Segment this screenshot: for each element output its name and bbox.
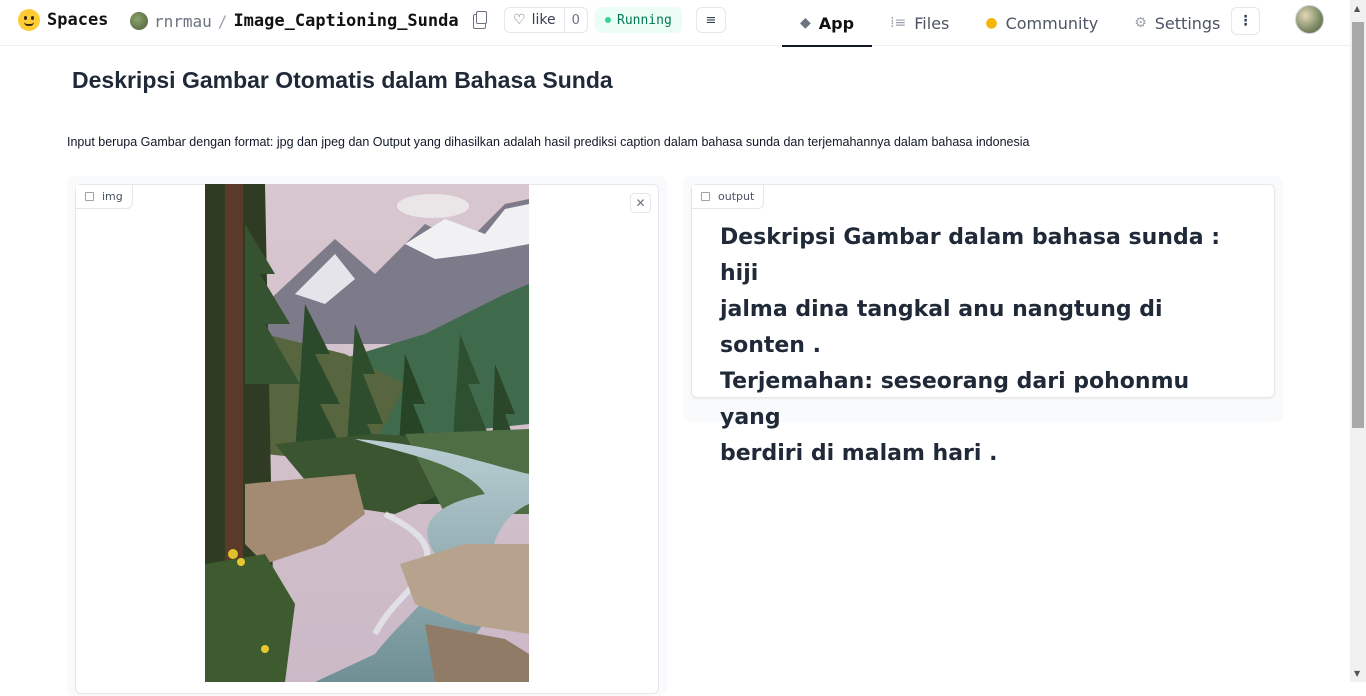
close-icon: ✕ [635,196,646,210]
tab-app-label: App [818,13,855,33]
text-icon [701,192,710,201]
status-badge[interactable]: Running [595,7,682,33]
output-label: output [692,185,765,209]
page-description: Input berupa Gambar dengan format: jpg d… [67,135,1030,149]
image-input-label-text: img [102,190,123,203]
scroll-up-arrow-icon[interactable]: ▲ [1354,4,1360,13]
uploaded-image [205,184,529,682]
tab-community[interactable]: ● Community [967,0,1116,46]
community-icon: ● [985,15,998,31]
like-button[interactable]: ♡ like 0 [504,7,588,33]
scrollbar-thumb[interactable] [1352,22,1364,428]
like-count[interactable]: 0 [565,13,587,28]
tab-files-label: Files [914,13,950,33]
space-name-link[interactable]: Image_Captioning_Sunda [233,11,458,31]
like-label: like [531,12,556,28]
heart-icon: ♡ [513,12,526,28]
space-tabs: ◆ App ⁞≡ Files ● Community ⚙ Settings [782,0,1238,47]
space-menu-button[interactable]: ≡ [696,7,726,33]
page-scrollbar[interactable]: ▲ ▼ [1350,0,1366,682]
kebab-menu-icon: ⋮ [1238,13,1253,29]
output-caption-text: Deskripsi Gambar dalam bahasa sunda : hi… [720,225,1221,466]
owner-avatar[interactable] [130,12,148,30]
spaces-home-link[interactable]: Spaces [18,9,108,31]
clear-image-button[interactable]: ✕ [630,193,651,213]
cube-icon: ◆ [800,15,811,31]
hugging-face-logo-icon [18,9,40,31]
image-input-label: img [76,185,133,209]
owner-link[interactable]: rnrmau [154,12,212,31]
breadcrumb-separator: / [217,11,228,31]
scroll-down-arrow-icon[interactable]: ▼ [1354,669,1360,678]
tab-settings[interactable]: ⚙ Settings [1116,0,1238,46]
spaces-label: Spaces [47,10,109,30]
files-icon: ⁞≡ [890,15,907,31]
tab-app[interactable]: ◆ App [782,0,873,47]
status-label: Running [617,12,672,28]
tab-files[interactable]: ⁞≡ Files [872,0,967,46]
more-options-button[interactable]: ⋮ [1231,7,1260,35]
top-navigation-bar: Spaces rnrmau / Image_Captioning_Sunda ♡… [0,0,1350,47]
gear-icon: ⚙ [1134,15,1147,31]
copy-icon[interactable] [472,10,487,29]
tab-community-label: Community [1005,13,1099,33]
list-icon: ≡ [705,12,717,28]
tab-settings-label: Settings [1154,13,1221,33]
status-dot-icon [605,17,611,23]
output-label-text: output [718,190,755,203]
image-icon [85,192,94,201]
page-title: Deskripsi Gambar Otomatis dalam Bahasa S… [72,67,613,93]
user-avatar[interactable] [1295,5,1324,34]
breadcrumb: rnrmau / Image_Captioning_Sunda [130,10,487,31]
